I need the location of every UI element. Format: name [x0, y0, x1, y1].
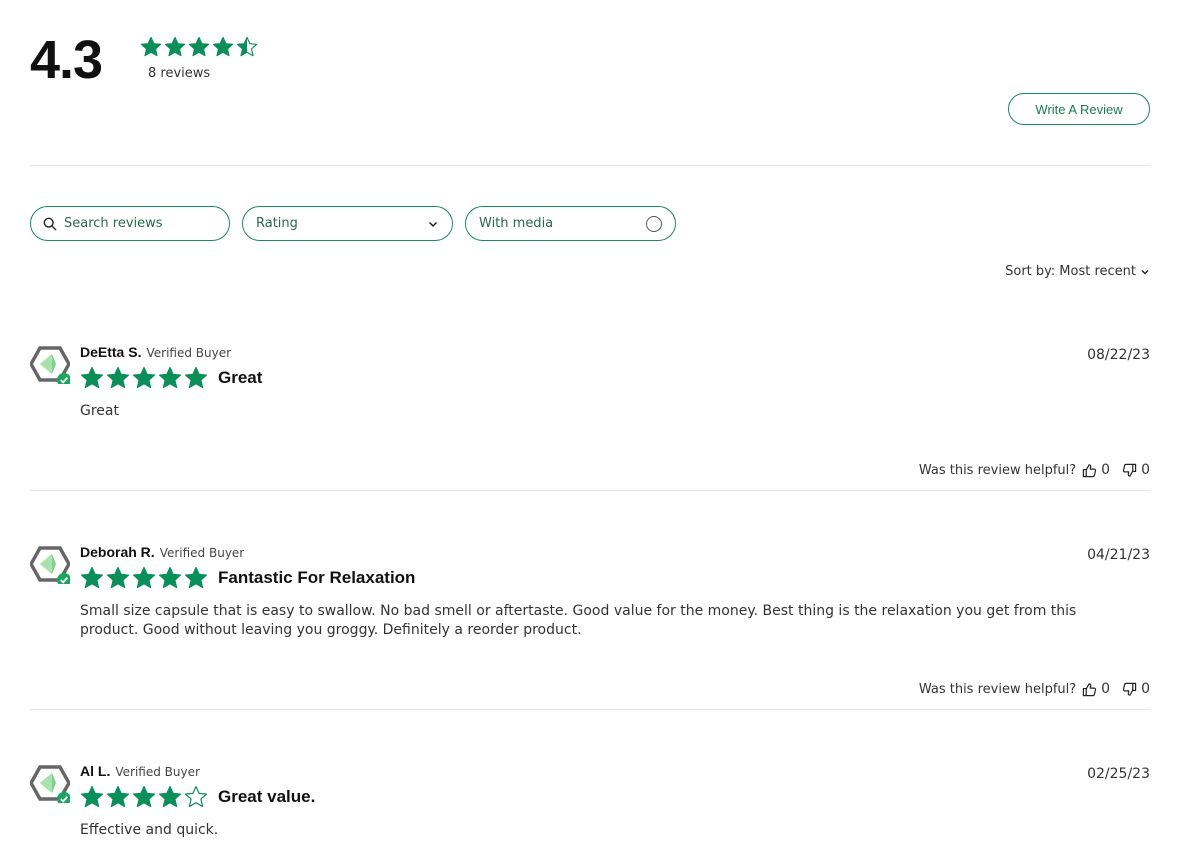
star-filled-icon: [158, 785, 182, 808]
thumbs-down-button[interactable]: 0: [1122, 462, 1150, 478]
star-filled-icon: [184, 366, 208, 389]
rating-filter-label: Rating: [256, 216, 298, 231]
with-media-label: With media: [479, 216, 554, 231]
average-rating: 4.3: [30, 30, 103, 90]
star-filled-icon: [106, 566, 130, 589]
star-filled-icon: [132, 566, 156, 589]
thumbs-up-button[interactable]: 0: [1082, 681, 1110, 697]
author-line: DeEtta S. Verified Buyer: [80, 344, 231, 360]
divider: [30, 490, 1150, 491]
write-review-button[interactable]: Write A Review: [1008, 93, 1150, 125]
helpful-row: Was this review helpful? 0 0: [919, 681, 1150, 697]
review-count: 8 reviews: [148, 66, 211, 81]
downvote-count: 0: [1141, 681, 1150, 697]
sort-dropdown[interactable]: Sort by: Most recent: [1005, 264, 1150, 279]
author-line: Deborah R. Verified Buyer: [80, 544, 244, 560]
chevron-down-icon: [428, 221, 438, 227]
star-filled-icon: [106, 366, 130, 389]
divider: [30, 709, 1150, 710]
review-header: Great: [80, 366, 262, 390]
author-line: Al L. Verified Buyer: [80, 763, 200, 779]
star-half-icon: [236, 36, 258, 57]
reviewer-name: Al L.: [80, 763, 111, 779]
upvote-count: 0: [1101, 462, 1111, 478]
chevron-down-icon: [1141, 269, 1149, 274]
helpful-prompt: Was this review helpful?: [918, 462, 1077, 478]
review-item: Al L. Verified Buyer 02/25/23 Great valu…: [30, 763, 1150, 853]
star-filled-icon: [158, 566, 182, 589]
review-date: 02/25/23: [1087, 766, 1150, 782]
star-filled-icon: [106, 785, 130, 808]
star-filled-icon: [164, 36, 186, 57]
review-body: Small size capsule that is easy to swall…: [80, 603, 1077, 638]
star-empty-icon: [184, 785, 208, 808]
review-stars: [80, 566, 208, 590]
verified-badge: Verified Buyer: [159, 546, 245, 560]
review-body: Great: [80, 403, 119, 419]
downvote-count: 0: [1141, 462, 1150, 478]
search-icon: [43, 217, 57, 230]
star-filled-icon: [140, 36, 162, 57]
review-item: DeEtta S. Verified Buyer 08/22/23 Great …: [30, 344, 1150, 490]
thumbs-up-button[interactable]: 0: [1082, 462, 1110, 478]
review-body: Effective and quick.: [80, 822, 219, 838]
star-filled-icon: [80, 366, 104, 389]
helpful-row: Was this review helpful? 0 0: [919, 462, 1150, 478]
reviewer-name: DeEtta S.: [80, 344, 142, 360]
average-stars: [140, 36, 258, 58]
verified-badge: Verified Buyer: [115, 765, 200, 779]
star-filled-icon: [188, 36, 210, 57]
thumbs-up-icon: [1082, 463, 1097, 477]
search-reviews-input[interactable]: Search reviews: [30, 206, 230, 241]
review-title: Great: [218, 368, 263, 387]
thumbs-down-button[interactable]: 0: [1122, 681, 1150, 697]
sort-value: Most recent: [1059, 264, 1136, 279]
review-header: Fantastic For Relaxation: [80, 566, 415, 590]
with-media-radio[interactable]: [646, 215, 662, 232]
verified-badge: Verified Buyer: [146, 346, 232, 360]
review-date: 08/22/23: [1087, 347, 1150, 363]
thumbs-up-icon: [1082, 682, 1097, 696]
star-filled-icon: [80, 566, 104, 589]
review-date: 04/21/23: [1087, 547, 1150, 563]
review-item: Deborah R. Verified Buyer 04/21/23 Fanta…: [30, 544, 1150, 709]
thumbs-down-icon: [1122, 682, 1137, 696]
star-filled-icon: [80, 785, 104, 808]
reviewer-name: Deborah R.: [80, 544, 155, 560]
star-filled-icon: [132, 785, 156, 808]
review-header: Great value.: [80, 785, 315, 809]
sort-label: Sort by:: [1005, 264, 1056, 279]
avatar-icon: [30, 346, 70, 384]
rating-filter-select[interactable]: Rating: [242, 206, 453, 241]
review-title: Fantastic For Relaxation: [218, 568, 416, 587]
search-placeholder: Search reviews: [64, 216, 163, 231]
star-filled-icon: [212, 36, 234, 57]
avatar-icon: [30, 546, 70, 584]
divider: [30, 165, 1150, 166]
star-filled-icon: [184, 566, 208, 589]
star-filled-icon: [158, 366, 182, 389]
avatar-icon: [30, 765, 70, 803]
review-stars: [80, 366, 208, 390]
helpful-prompt: Was this review helpful?: [918, 681, 1077, 697]
review-title: Great value.: [218, 787, 316, 806]
with-media-toggle[interactable]: With media: [465, 206, 676, 241]
thumbs-down-icon: [1122, 463, 1137, 477]
star-filled-icon: [132, 366, 156, 389]
review-stars: [80, 785, 208, 809]
upvote-count: 0: [1101, 681, 1111, 697]
